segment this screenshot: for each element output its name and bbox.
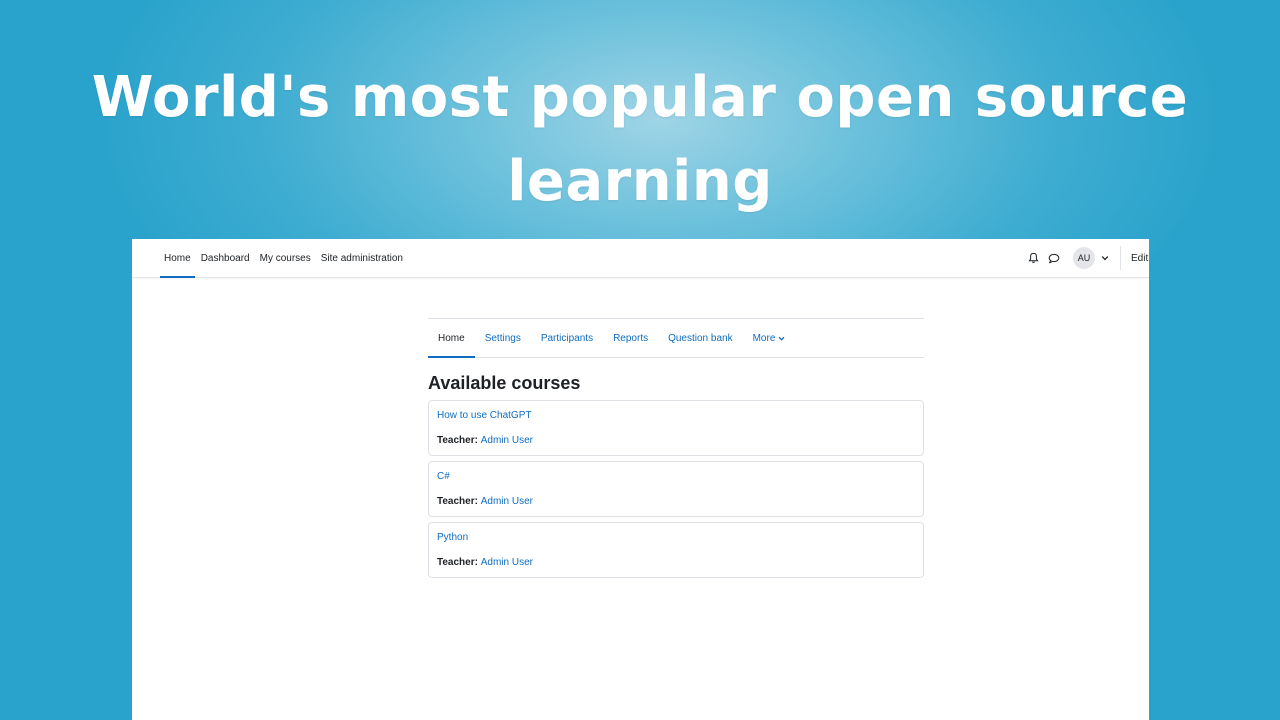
navbar-divider <box>1120 246 1121 270</box>
edit-mode-toggle[interactable]: Edit <box>1131 253 1149 264</box>
course-navigation: Home Settings Participants Reports Quest… <box>428 318 924 358</box>
tab-participants[interactable]: Participants <box>531 319 603 357</box>
nav-site-administration[interactable]: Site administration <box>317 239 407 277</box>
chat-icon[interactable] <box>1045 249 1063 267</box>
page-title: Available courses <box>428 373 581 393</box>
bell-icon[interactable] <box>1024 249 1042 267</box>
nav-home[interactable]: Home <box>160 239 195 278</box>
teacher-label: Teacher: <box>437 496 481 507</box>
nav-my-courses[interactable]: My courses <box>256 239 315 277</box>
teacher-label: Teacher: <box>437 435 481 446</box>
tab-more[interactable]: More <box>743 319 796 357</box>
course-link[interactable]: C# <box>437 471 450 482</box>
primary-navigation: Home Dashboard My courses Site administr… <box>160 239 409 278</box>
teacher-link[interactable]: Admin User <box>481 557 533 568</box>
top-navbar: Home Dashboard My courses Site administr… <box>132 239 1149 278</box>
user-tools: AU Edit <box>1021 239 1149 277</box>
tab-reports[interactable]: Reports <box>603 319 658 357</box>
tab-home[interactable]: Home <box>428 319 475 358</box>
course-card: C# Teacher: Admin User <box>428 461 924 517</box>
course-link[interactable]: Python <box>437 532 468 543</box>
course-card: How to use ChatGPT Teacher: Admin User <box>428 400 924 456</box>
chevron-down-icon[interactable] <box>1098 251 1112 265</box>
app-window: Home Dashboard My courses Site administr… <box>132 239 1149 720</box>
tab-question-bank[interactable]: Question bank <box>658 319 743 357</box>
course-card: Python Teacher: Admin User <box>428 522 924 578</box>
tab-settings[interactable]: Settings <box>475 319 531 357</box>
nav-dashboard[interactable]: Dashboard <box>197 239 254 277</box>
teacher-link[interactable]: Admin User <box>481 435 533 446</box>
teacher-label: Teacher: <box>437 557 481 568</box>
course-teacher: Teacher: Admin User <box>437 557 533 568</box>
course-link[interactable]: How to use ChatGPT <box>437 410 531 421</box>
course-teacher: Teacher: Admin User <box>437 496 533 507</box>
avatar[interactable]: AU <box>1073 247 1095 269</box>
course-teacher: Teacher: Admin User <box>437 435 533 446</box>
teacher-link[interactable]: Admin User <box>481 496 533 507</box>
headline-line-1: World's most popular open source learnin… <box>91 65 1189 214</box>
chevron-down-icon <box>778 336 785 341</box>
tab-more-label: More <box>752 332 776 344</box>
